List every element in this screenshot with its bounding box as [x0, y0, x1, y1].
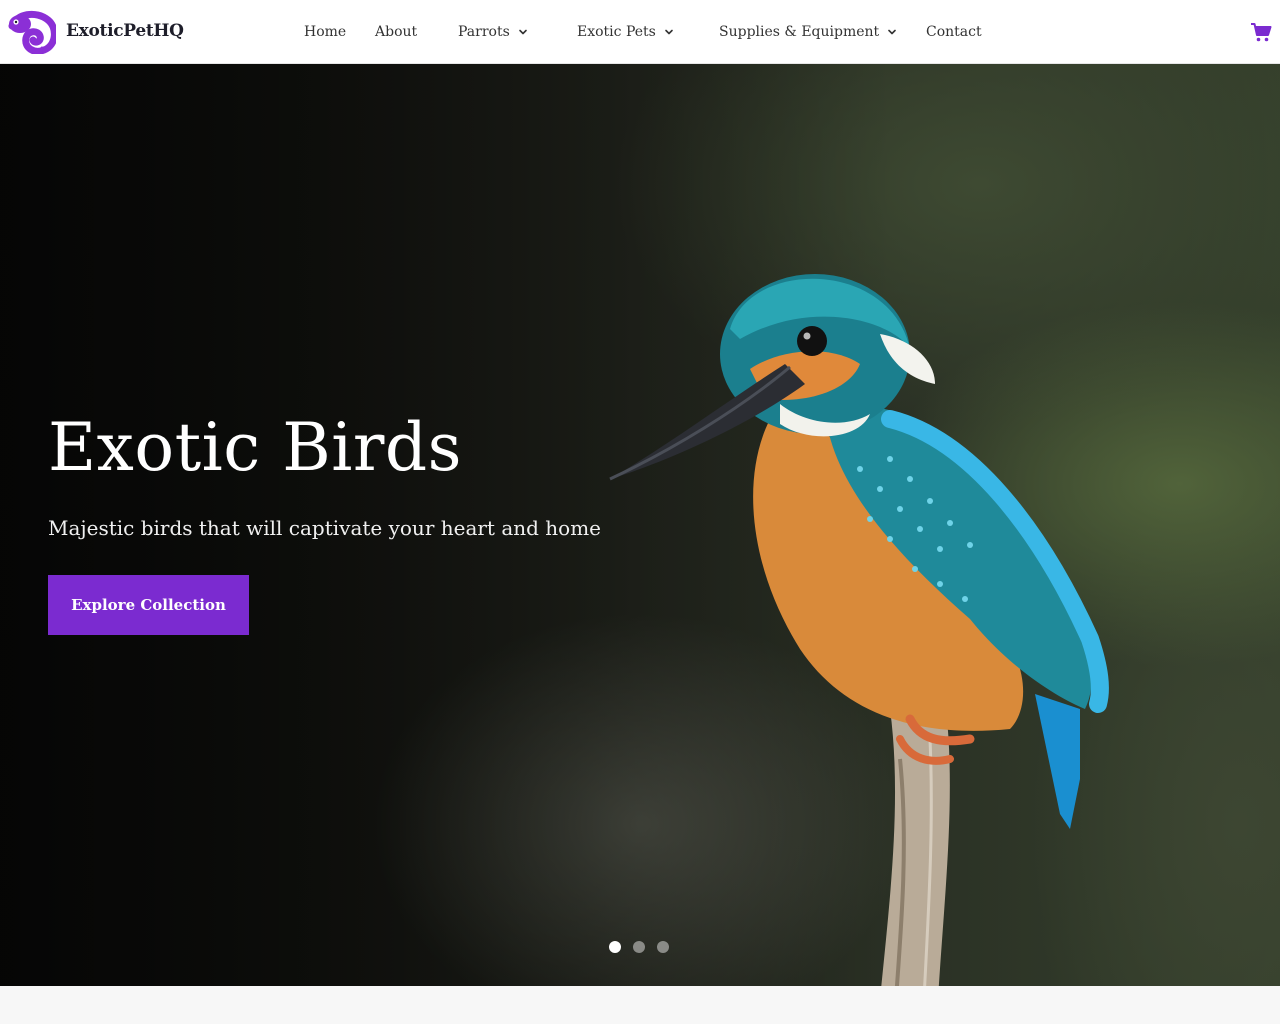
- explore-collection-button[interactable]: Explore Collection: [48, 575, 249, 635]
- chevron-down-icon: [888, 29, 896, 35]
- nav-parrots-label: Parrots: [458, 24, 510, 40]
- hero-title: Exotic Birds: [48, 409, 462, 486]
- slider-dot-2[interactable]: [633, 941, 645, 953]
- slider-dots: [609, 941, 669, 953]
- chevron-down-icon: [518, 29, 527, 35]
- nav-contact-label: Contact: [926, 24, 982, 40]
- nav-supplies-equipment-label: Supplies & Equipment: [719, 24, 880, 40]
- slider-dot-3[interactable]: [657, 941, 669, 953]
- slider-dot-1[interactable]: [609, 941, 621, 953]
- site-header: ExoticPetHQ Home About Parrots Exotic Pe…: [0, 0, 1280, 64]
- nav-exotic-pets[interactable]: Exotic Pets: [577, 24, 674, 40]
- nav-supplies-equipment[interactable]: Supplies & Equipment: [719, 24, 897, 40]
- hero-slider: Exotic Birds Majestic birds that will ca…: [0, 64, 1280, 986]
- nav-exotic-pets-label: Exotic Pets: [577, 24, 656, 40]
- nav-about-label: About: [375, 24, 418, 40]
- hero-subtitle: Majestic birds that will captivate your …: [48, 516, 602, 540]
- page-section-below-hero: [0, 986, 1280, 1024]
- shopping-cart-icon[interactable]: [1250, 21, 1272, 43]
- brand-name[interactable]: ExoticPetHQ: [66, 21, 184, 41]
- nav-contact[interactable]: Contact: [926, 24, 982, 40]
- chameleon-icon: [8, 10, 56, 54]
- nav-about[interactable]: About: [375, 24, 417, 40]
- kingfisher-image: [609, 274, 1109, 986]
- nav-home-label: Home: [304, 24, 347, 40]
- logo-link[interactable]: [6, 8, 56, 54]
- nav-home[interactable]: Home: [304, 24, 346, 40]
- nav-parrots[interactable]: Parrots: [458, 24, 528, 40]
- chevron-down-icon: [665, 29, 673, 35]
